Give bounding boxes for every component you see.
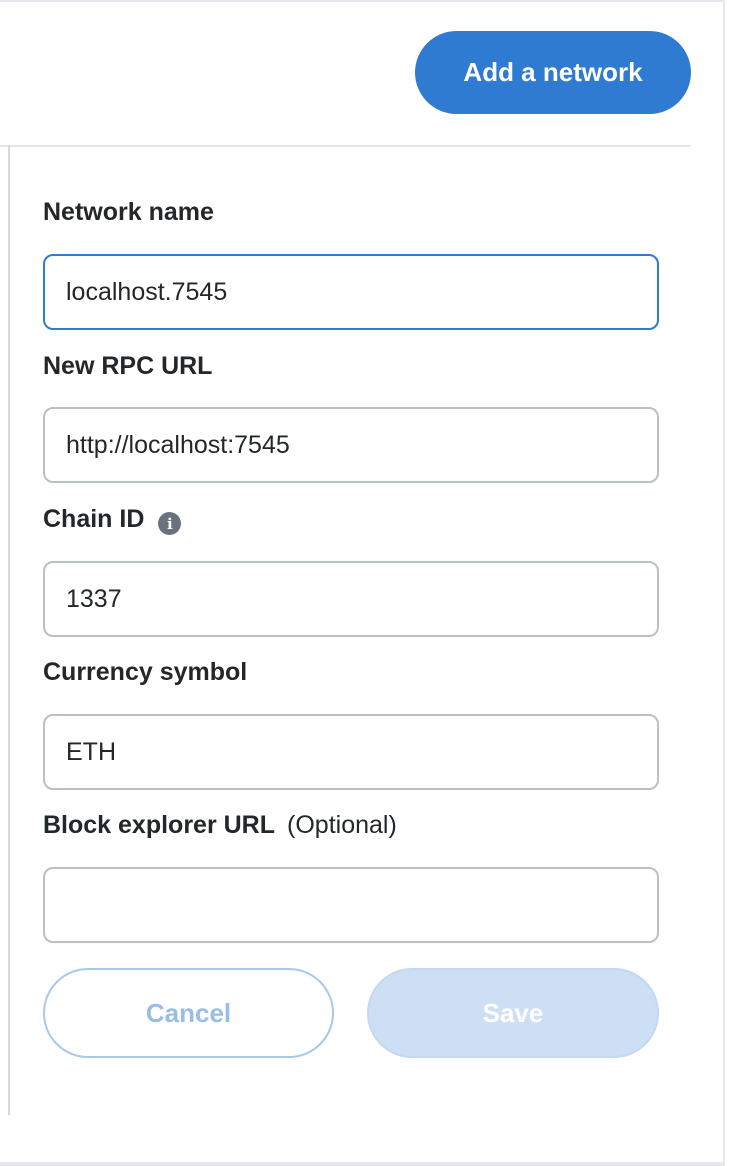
save-button[interactable]: Save bbox=[367, 968, 659, 1058]
chain-id-input[interactable] bbox=[43, 561, 659, 637]
network-name-label: Network name bbox=[43, 198, 214, 227]
optional-label: (Optional) bbox=[287, 811, 397, 839]
header-divider bbox=[0, 145, 691, 147]
window-bottom-border bbox=[0, 1162, 725, 1166]
currency-symbol-label: Currency symbol bbox=[43, 658, 247, 687]
network-name-label-text: Network name bbox=[43, 198, 214, 226]
add-network-button[interactable]: Add a network bbox=[415, 31, 691, 114]
currency-symbol-label-text: Currency symbol bbox=[43, 658, 248, 686]
sidebar-divider bbox=[8, 145, 10, 1115]
chain-id-label-text: Chain ID bbox=[43, 505, 145, 533]
window-top-border bbox=[0, 0, 725, 2]
window-right-border bbox=[723, 0, 725, 1166]
cancel-button[interactable]: Cancel bbox=[43, 968, 334, 1058]
info-icon[interactable]: i bbox=[158, 512, 182, 535]
network-name-input[interactable] bbox=[43, 254, 659, 330]
rpc-url-input[interactable] bbox=[43, 407, 659, 483]
chain-id-label: Chain ID i bbox=[43, 505, 182, 535]
block-explorer-input[interactable] bbox=[43, 867, 659, 943]
rpc-url-label-text: New RPC URL bbox=[43, 352, 213, 380]
block-explorer-label-text: Block explorer URL bbox=[43, 811, 276, 839]
block-explorer-label: Block explorer URL (Optional) bbox=[43, 811, 397, 840]
currency-symbol-input[interactable] bbox=[43, 714, 659, 790]
network-settings-page: Add a network Network name New RPC URL C… bbox=[0, 0, 730, 1166]
rpc-url-label: New RPC URL bbox=[43, 352, 212, 381]
